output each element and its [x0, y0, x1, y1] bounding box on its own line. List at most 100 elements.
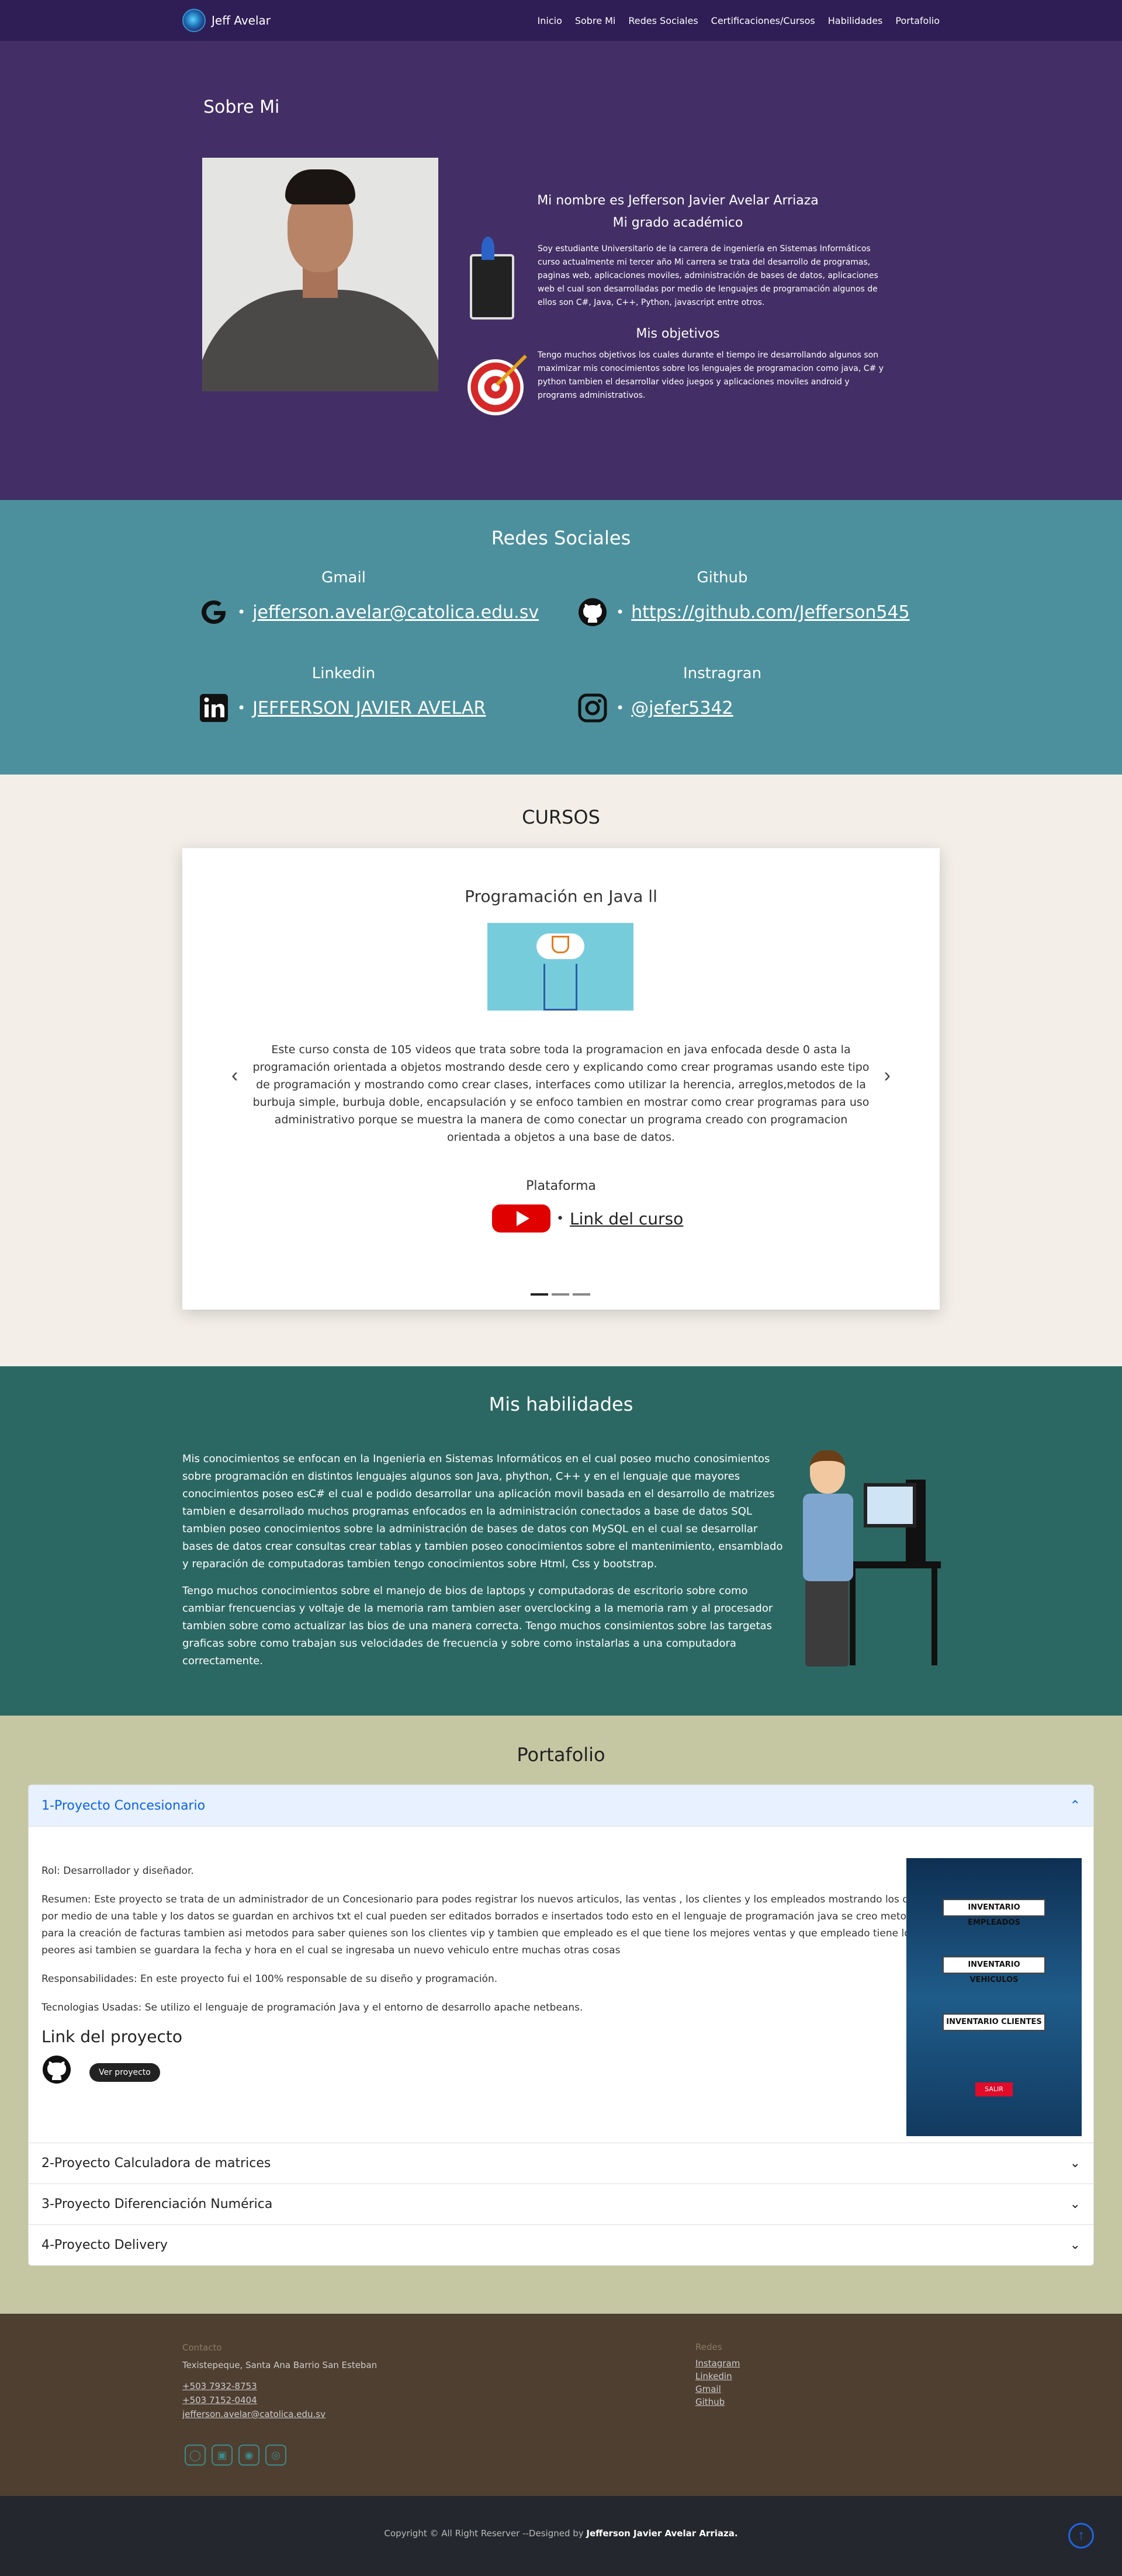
- course-carousel: Programación en Java ll ‹ Este curso con…: [182, 848, 940, 1310]
- portfolio-section: Portafolio 1-Proyecto Concesionario ⌃ Ro…: [0, 1716, 1122, 2314]
- skills-paragraph-1: Mis conocimientos se enfocan en la Ingen…: [182, 1453, 783, 1570]
- footer-phone-1[interactable]: +503 7932-8753: [182, 2379, 377, 2393]
- about-text: Mi nombre es Jefferson Javier Avelar Arr…: [468, 190, 888, 425]
- instagram-icon[interactable]: ◯: [185, 2445, 206, 2466]
- screen-exit-button: SALIR: [975, 2082, 1013, 2096]
- github-icon: [576, 596, 609, 629]
- footer-link-linkedin[interactable]: Linkedin: [695, 2370, 740, 2383]
- nav-link-sobre-mi[interactable]: Sobre Mi: [575, 15, 616, 26]
- youtube-icon: [492, 1204, 550, 1233]
- course-description: Este curso consta de 105 videos que trat…: [252, 1043, 870, 1144]
- carousel-indicators: [531, 1293, 590, 1296]
- google-icon[interactable]: ◎: [265, 2445, 286, 2466]
- platform-label: Plataforma: [526, 1179, 596, 1193]
- carousel-indicator[interactable]: [552, 1293, 569, 1296]
- github-link[interactable]: https://github.com/Jefferson545: [631, 602, 909, 623]
- social-title: Redes Sociales: [491, 527, 631, 549]
- footer-email[interactable]: jefferson.avelar@catolica.edu.sv: [182, 2407, 377, 2421]
- degree-title: Mi grado académico: [612, 216, 743, 230]
- accordion-body-1: Rol: Desarrollador y diseñador. Resumen:…: [29, 1826, 1093, 2143]
- nav-link-habilidades[interactable]: Habilidades: [828, 15, 883, 26]
- instagram-link[interactable]: @jefer5342: [631, 698, 733, 718]
- nav-link-portafolio[interactable]: Portafolio: [895, 15, 940, 26]
- footer-contact-title: Contacto: [182, 2342, 222, 2353]
- footer-contact: Contacto Texistepeque, Santa Ana Barrio …: [182, 2341, 377, 2421]
- project-technologies: Tecnologias Usadas: Se utilizo el lengua…: [41, 2002, 583, 2013]
- social-label: Linkedin: [311, 665, 376, 682]
- project-responsibilities: Responsabilidades: En este proyecto fui …: [41, 1973, 498, 1985]
- chevron-down-icon: ⌄: [1069, 2197, 1081, 2212]
- google-icon: [198, 596, 230, 629]
- github-icon[interactable]: ◉: [238, 2445, 259, 2466]
- screen-button: INVENTARIO CLIENTES: [943, 2013, 1045, 2031]
- accordion-header-1[interactable]: 1-Proyecto Concesionario ⌃: [29, 1785, 1093, 1826]
- footer-link-instagram[interactable]: Instagram: [695, 2357, 740, 2370]
- carousel-next-button[interactable]: ›: [884, 1064, 891, 1087]
- designer-name: Jefferson Javier Avelar Arriaza.: [586, 2528, 738, 2539]
- accordion-label: 4-Proyecto Delivery: [41, 2238, 168, 2252]
- navbar: Jeff Avelar Inicio Sobre Mi Redes Social…: [0, 0, 1122, 41]
- accordion-label: 2-Proyecto Calculadora de matrices: [41, 2156, 271, 2171]
- nav-link-certificaciones[interactable]: Certificaciones/Cursos: [711, 15, 815, 26]
- course-link[interactable]: Link del curso: [570, 1209, 683, 1228]
- cursos-section: CURSOS Programación en Java ll ‹ Este cu…: [0, 775, 1122, 1366]
- social-label: Gmail: [321, 569, 366, 586]
- nav-link-redes-sociales[interactable]: Redes Sociales: [628, 15, 698, 26]
- accordion-header-4[interactable]: 4-Proyecto Delivery ⌄: [29, 2224, 1093, 2265]
- footer-redes: Redes Instagram Linkedin Gmail Github: [695, 2341, 740, 2408]
- carousel-prev-button[interactable]: ‹: [231, 1064, 238, 1087]
- skills-paragraph-2: Tengo muchos conocimientos sobre el mane…: [182, 1585, 773, 1667]
- profile-photo: [202, 158, 438, 391]
- social-github: Github • https://github.com/Jefferson545: [576, 569, 927, 629]
- about-section: Sobre Mi Mi nombre es Jefferson Javier A…: [0, 41, 1122, 500]
- name-line: Mi nombre es Jefferson Javier Avelar Arr…: [537, 193, 819, 208]
- programmer-illustration: [791, 1450, 941, 1684]
- footer-link-github[interactable]: Github: [695, 2396, 740, 2408]
- copyright-text: Copyright © All Right Reserver --Designe…: [384, 2528, 738, 2539]
- social-label: Github: [697, 569, 748, 586]
- about-title: Sobre Mi: [203, 97, 280, 117]
- footer-redes-title: Redes: [695, 2342, 722, 2352]
- social-section: Redes Sociales Gmail • jefferson.avelar@…: [0, 500, 1122, 775]
- project-summary: Resumen: Este proyecto se trata de un ad…: [41, 1894, 930, 1956]
- social-gmail: Gmail • jefferson.avelar@catolica.edu.sv: [198, 569, 548, 629]
- github-icon[interactable]: [41, 2054, 72, 2091]
- view-project-button[interactable]: Ver proyecto: [89, 2063, 160, 2082]
- linkedin-link[interactable]: JEFFERSON JAVIER AVELAR: [252, 698, 486, 718]
- social-label: Instragran: [683, 665, 762, 682]
- screen-button: INVENTARIO VEHICULOS: [943, 1956, 1045, 1984]
- chevron-down-icon: ⌄: [1069, 2238, 1081, 2252]
- cursos-title: CURSOS: [522, 806, 600, 828]
- footer-phone-2[interactable]: +503 7152-0404: [182, 2393, 377, 2407]
- carousel-indicator[interactable]: [531, 1293, 548, 1296]
- portfolio-accordion: 1-Proyecto Concesionario ⌃ Rol: Desarrol…: [28, 1785, 1094, 2266]
- skills-text: Mis conocimientos se enfocan en la Ingen…: [182, 1450, 790, 1670]
- portfolio-title: Portafolio: [517, 1744, 605, 1766]
- back-to-top-button[interactable]: ↑: [1068, 2523, 1094, 2549]
- gmail-link[interactable]: jefferson.avelar@catolica.edu.sv: [252, 602, 539, 623]
- footer-address: Texistepeque, Santa Ana Barrio San Esteb…: [182, 2360, 378, 2370]
- footer-link-gmail[interactable]: Gmail: [695, 2383, 740, 2396]
- accordion-header-3[interactable]: 3-Proyecto Diferenciación Numérica ⌄: [29, 2183, 1093, 2224]
- course-title: Programación en Java ll: [465, 887, 657, 906]
- accordion-header-2[interactable]: 2-Proyecto Calculadora de matrices ⌄: [29, 2143, 1093, 2183]
- instagram-icon: [576, 692, 609, 724]
- chevron-up-icon: ⌃: [1069, 1798, 1081, 1813]
- carousel-indicator[interactable]: [573, 1293, 590, 1296]
- linkedin-icon[interactable]: ▣: [212, 2445, 233, 2466]
- accordion-label: 3-Proyecto Diferenciación Numérica: [41, 2197, 273, 2212]
- footer: Contacto Texistepeque, Santa Ana Barrio …: [0, 2314, 1122, 2496]
- footer-icons: ◯ ▣ ◉ ◎: [185, 2445, 286, 2466]
- diploma-icon: [468, 237, 524, 320]
- target-icon: [468, 349, 527, 425]
- accordion-label: 1-Proyecto Concesionario: [41, 1798, 206, 1813]
- goals-title: Mis objetivos: [636, 327, 720, 341]
- skills-title: Mis habilidades: [489, 1393, 633, 1415]
- nav-link-inicio[interactable]: Inicio: [538, 15, 562, 26]
- brand-logo-icon: [182, 9, 206, 32]
- copyright-bar: Copyright © All Right Reserver --Designe…: [0, 2496, 1122, 2576]
- project-role: Rol: Desarrollador y diseñador.: [41, 1865, 194, 1877]
- brand[interactable]: Jeff Avelar: [182, 9, 271, 32]
- skills-section: Mis habilidades Mis conocimientos se enf…: [0, 1366, 1122, 1716]
- linkedin-icon: [198, 692, 230, 724]
